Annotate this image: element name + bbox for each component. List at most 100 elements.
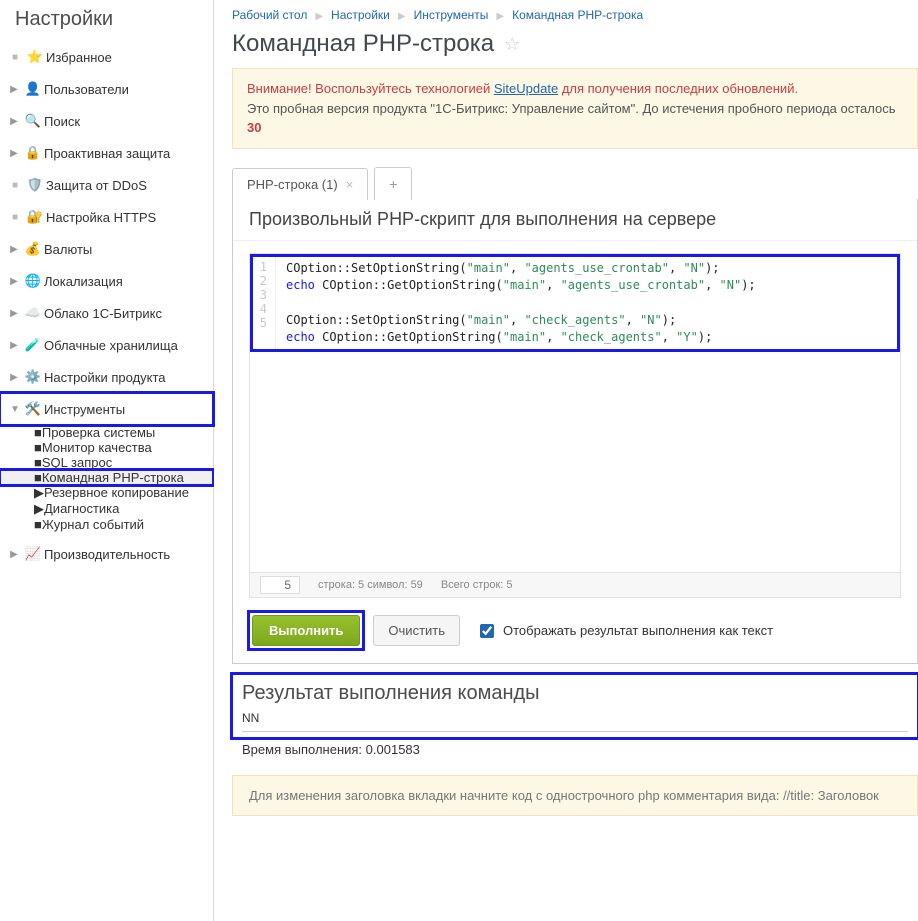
tab-bar: PHP-строка (1) × + [232, 167, 918, 200]
siteupdate-link[interactable]: SiteUpdate [494, 81, 558, 96]
sidebar-item[interactable]: ▶ 🌐Локализация [0, 265, 213, 297]
menu-label: Проверка системы [42, 425, 155, 440]
execution-time: Время выполнения: 0.001583 [232, 738, 918, 761]
result-panel: Результат выполнения команды NN [232, 674, 918, 738]
editor-status-bar: 5 строка: 5 символ: 59 Всего строк: 5 [250, 572, 900, 597]
menu-label: Монитор качества [42, 440, 152, 455]
breadcrumb-link[interactable]: Настройки [331, 8, 390, 22]
line-gutter: 12345 [250, 254, 276, 353]
expand-icon: ▶ [10, 276, 18, 287]
menu-icon: 💰 [22, 241, 44, 257]
menu-label: Облако 1С-Битрикс [44, 306, 162, 321]
expand-icon: ■ [10, 180, 20, 191]
menu-icon: ⭐ [24, 49, 46, 65]
menu-label: Избранное [46, 50, 112, 65]
expand-icon: ▼ [10, 404, 18, 415]
alert-banner: Внимание! Воспользуйтесь технологией Sit… [232, 68, 918, 149]
expand-icon: ▶ [10, 308, 18, 319]
expand-icon: ▶ [10, 244, 18, 255]
tab-php-string[interactable]: PHP-строка (1) × [232, 168, 368, 200]
breadcrumb: Рабочий стол▶Настройки▶Инструменты▶Коман… [232, 0, 918, 26]
menu-label: Диагностика [44, 501, 119, 516]
page-title: Командная PHP-строка ☆ [232, 30, 918, 58]
hint-banner: Для изменения заголовка вкладки начните … [232, 775, 918, 816]
expand-icon: ▶ [10, 116, 18, 127]
menu-label: Командная PHP-строка [42, 470, 184, 485]
sidebar-subitem[interactable]: ■Командная PHP-строка [0, 470, 213, 485]
sidebar-subitem[interactable]: ▶Диагностика [0, 501, 213, 517]
result-title: Результат выполнения команды [242, 682, 908, 705]
expand-icon: ■ [34, 425, 42, 440]
tab-add[interactable]: + [374, 167, 412, 200]
expand-icon: ■ [34, 455, 42, 470]
expand-icon: ▶ [10, 148, 18, 159]
menu-label: Проактивная защита [44, 146, 170, 161]
expand-icon: ■ [10, 52, 20, 63]
menu-icon: ☁️ [22, 305, 44, 321]
favorite-star-icon[interactable]: ☆ [504, 34, 520, 55]
editor-panel: Произвольный PHP-скрипт для выполнения н… [232, 199, 918, 665]
menu-label: Поиск [44, 114, 80, 129]
menu-label: SQL запрос [42, 455, 112, 470]
sidebar-item[interactable]: ▶ ☁️Облако 1С-Битрикс [0, 297, 213, 329]
expand-icon: ▶ [10, 372, 18, 383]
menu-icon: 👤 [22, 81, 44, 97]
menu-icon: 🔐 [24, 209, 46, 225]
sidebar-item[interactable]: ■ 🛡️Защита от DDoS [0, 169, 213, 201]
panel-title: Произвольный PHP-скрипт для выполнения н… [233, 199, 917, 241]
menu-icon: 🧪 [22, 337, 44, 353]
breadcrumb-link[interactable]: Рабочий стол [232, 8, 307, 22]
expand-icon: ■ [34, 440, 42, 455]
tab-close-icon[interactable]: × [346, 177, 354, 192]
expand-icon: ▶ [34, 501, 44, 516]
as-text-checkbox[interactable] [480, 624, 494, 638]
menu-icon: ⚙️ [22, 369, 44, 385]
menu-label: Настройка HTTPS [46, 210, 156, 225]
menu-icon: 🌐 [22, 273, 44, 289]
sidebar-item[interactable]: ▶👤Пользователи [0, 73, 213, 105]
breadcrumb-link[interactable]: Командная PHP-строка [512, 8, 643, 22]
sidebar-subitem[interactable]: ■Проверка системы [0, 425, 213, 440]
sidebar-subitem[interactable]: ■SQL запрос [0, 455, 213, 470]
as-text-checkbox-label[interactable]: Отображать результат выполнения как текс… [476, 621, 773, 641]
sidebar-item[interactable]: ■🔐Настройка HTTPS [0, 201, 213, 233]
current-line: 5 [260, 576, 300, 594]
sidebar-item[interactable]: ▶ 🔍Поиск [0, 105, 213, 137]
sidebar-title: Настройки [0, 0, 213, 35]
expand-icon: ▶ [10, 84, 18, 95]
code-editor[interactable]: 12345 COption::SetOptionString("main", "… [249, 253, 901, 599]
sidebar-subitem[interactable]: ▶Резервное копирование [0, 485, 213, 501]
result-output: NN [242, 711, 908, 732]
sidebar-item[interactable]: ▼ 🛠️Инструменты [0, 393, 213, 425]
menu-icon: 🔒 [22, 145, 44, 161]
breadcrumb-link[interactable]: Инструменты [414, 8, 489, 22]
menu-icon: 🔍 [22, 113, 44, 129]
menu-icon: 🛠️ [22, 401, 44, 417]
sidebar-subitem[interactable]: ■Монитор качества [0, 440, 213, 455]
menu-label: Инструменты [44, 402, 125, 417]
sidebar-item[interactable]: ▶💰Валюты [0, 233, 213, 265]
menu-label: Настройки продукта [44, 370, 166, 385]
sidebar-item[interactable]: ■ ⭐Избранное [0, 41, 213, 73]
main-content: Рабочий стол▶Настройки▶Инструменты▶Коман… [214, 0, 918, 921]
clear-button[interactable]: Очистить [373, 615, 460, 646]
sidebar-item[interactable]: ▶ 🧪Облачные хранилища [0, 329, 213, 361]
code-area[interactable]: COption::SetOptionString("main", "agents… [276, 254, 900, 353]
menu-label: Производительность [44, 547, 170, 562]
menu-label: Защита от DDoS [46, 178, 147, 193]
sidebar-item[interactable]: ▶ ⚙️Настройки продукта [0, 361, 213, 393]
expand-icon: ▶ [34, 485, 44, 500]
menu-label: Локализация [44, 274, 123, 289]
sidebar-item[interactable]: ▶ 📈Производительность [0, 538, 213, 570]
run-button[interactable]: Выполнить [252, 615, 360, 646]
menu-label: Журнал событий [42, 517, 144, 532]
expand-icon: ▶ [10, 549, 18, 560]
menu-icon: 📈 [22, 546, 44, 562]
menu-label: Облачные хранилища [44, 338, 178, 353]
menu-icon: 🛡️ [24, 177, 46, 193]
sidebar-item[interactable]: ▶ 🔒Проактивная защита [0, 137, 213, 169]
sidebar-subitem[interactable]: ■Журнал событий [0, 517, 213, 532]
expand-icon: ▶ [10, 340, 18, 351]
expand-icon: ■ [34, 470, 42, 485]
menu-label: Резервное копирование [44, 485, 189, 500]
